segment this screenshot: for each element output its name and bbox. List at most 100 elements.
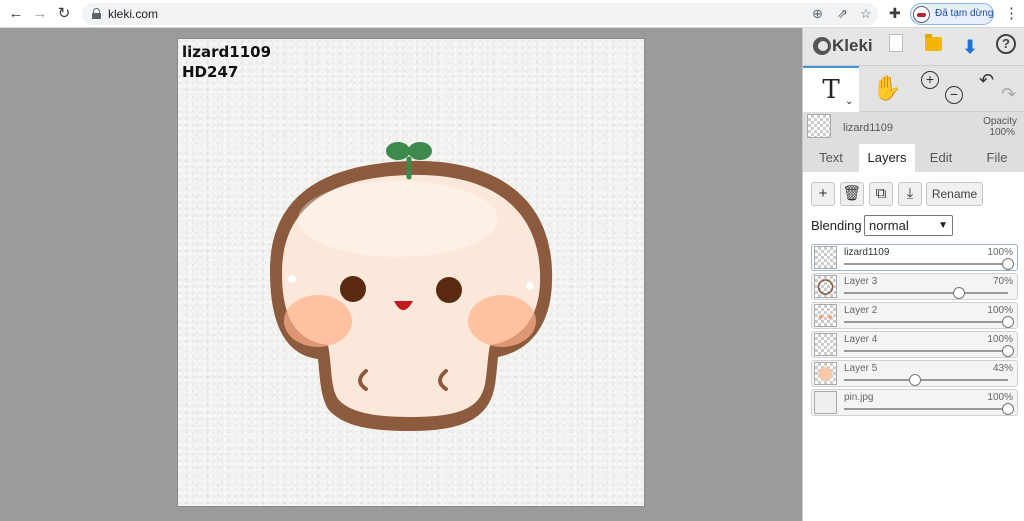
layer-item[interactable]: Layer 3 70%	[811, 273, 1018, 300]
blending-value: normal	[869, 218, 909, 233]
opacity-slider-knob[interactable]	[908, 374, 921, 386]
tool-row: T ⌄ ✋ + − ↶ ↷	[803, 66, 1024, 112]
lock-icon	[92, 8, 101, 19]
layer-thumbnail-drawing	[818, 367, 833, 381]
layer-thumbnail	[814, 362, 837, 385]
layer-item[interactable]: Layer 2 100%	[811, 302, 1018, 329]
forward-arrow-icon[interactable]: →	[30, 4, 50, 24]
hand-tool-icon[interactable]: ✋	[859, 66, 915, 112]
opacity-slider-track[interactable]	[844, 408, 1008, 410]
text-tool-button[interactable]: T ⌄	[803, 66, 859, 112]
chevron-down-icon: ▼	[938, 220, 948, 231]
layer-item[interactable]: lizard1109 100%	[811, 244, 1018, 271]
layer-thumbnail-drawing	[819, 315, 832, 319]
layer-name: Layer 4	[844, 334, 878, 345]
left-blush	[284, 295, 352, 347]
back-arrow-icon[interactable]: ←	[6, 4, 26, 24]
layer-thumbnail	[814, 275, 837, 298]
opacity-slider-track[interactable]	[844, 350, 1008, 352]
opacity-slider-knob[interactable]	[1002, 316, 1014, 328]
redo-icon[interactable]: ↷	[1001, 84, 1016, 105]
download-icon[interactable]: ⬇	[958, 35, 982, 59]
opacity-slider-track[interactable]	[844, 263, 1008, 265]
right-eye-shine	[526, 282, 534, 290]
opacity-slider-knob[interactable]	[1002, 258, 1014, 270]
layer-name: Layer 3	[844, 276, 878, 287]
layer-thumbnail	[814, 246, 837, 269]
canvas-text-line-1: lizard1109	[182, 43, 272, 61]
share-icon[interactable]: ⇗	[837, 6, 848, 22]
layers-panel: + 🗑 ⧉ ⤓ Rename Blending normal ▼ lizard1…	[803, 172, 1024, 521]
duplicate-layer-icon[interactable]: ⧉	[869, 182, 893, 206]
current-layer-name: lizard1109	[843, 122, 893, 134]
reload-icon[interactable]: ↻	[54, 4, 74, 24]
opacity-slider-track[interactable]	[844, 321, 1008, 323]
delete-layer-icon[interactable]: 🗑	[840, 182, 864, 206]
address-bar[interactable]: kleki.com ⊕ ⇗ ☆	[82, 3, 878, 25]
text-tool-icon: T	[822, 75, 840, 105]
opacity-slider-knob[interactable]	[1002, 345, 1014, 357]
drawing-canvas[interactable]: lizard1109 HD247	[178, 39, 644, 506]
layer-opacity: 43%	[992, 363, 1013, 374]
bookmark-star-icon[interactable]: ☆	[860, 6, 872, 22]
logo-text: Kleki	[832, 36, 873, 55]
layer-opacity: 70%	[992, 276, 1013, 287]
opacity-slider-knob[interactable]	[952, 287, 965, 299]
opacity-value: 100%	[989, 127, 1015, 138]
left-eye	[340, 276, 366, 302]
new-document-icon[interactable]	[889, 34, 903, 52]
opacity-slider-knob[interactable]	[1002, 403, 1014, 415]
layer-thumbnail	[814, 391, 837, 414]
layer-name: lizard1109	[844, 247, 890, 258]
kleki-logo[interactable]: Kleki	[813, 36, 873, 56]
canvas-text-line-2: HD247	[182, 63, 239, 81]
layer-item[interactable]: pin.jpg 100%	[811, 389, 1018, 416]
merge-down-icon[interactable]: ⤓	[898, 182, 922, 206]
left-eye-shine	[288, 275, 296, 283]
layer-item[interactable]: Layer 4 100%	[811, 331, 1018, 358]
tab-layers[interactable]: Layers	[859, 144, 915, 172]
canvas-artwork	[270, 142, 553, 431]
layer-item[interactable]: Layer 5 43%	[811, 360, 1018, 387]
blending-select[interactable]: normal ▼	[864, 215, 953, 236]
zoom-out-icon[interactable]: −	[945, 86, 963, 104]
undo-redo-tools: ↶ ↷	[971, 66, 1024, 112]
layer-opacity: 100%	[987, 334, 1013, 345]
opacity-slider-track[interactable]	[844, 292, 1008, 294]
url-text: kleki.com	[108, 7, 159, 21]
layer-thumbnail	[814, 333, 837, 356]
help-icon[interactable]: ?	[996, 34, 1016, 54]
zoom-tools: + −	[915, 66, 971, 112]
tab-text[interactable]: Text	[809, 144, 853, 172]
extensions-puzzle-icon[interactable]: ✚	[889, 5, 901, 22]
zoom-in-icon[interactable]: +	[921, 71, 939, 89]
layer-thumbnail-drawing	[817, 279, 834, 295]
zoom-icon[interactable]: ⊕	[812, 6, 823, 22]
rename-layer-button[interactable]: Rename	[926, 182, 983, 206]
sprout-left-leaf	[386, 142, 410, 160]
open-folder-icon[interactable]	[925, 34, 942, 51]
layer-opacity: 100%	[987, 392, 1013, 403]
layer-name: pin.jpg	[844, 392, 874, 403]
highlight	[298, 181, 498, 257]
blending-label: Blending	[811, 218, 862, 233]
profile-button[interactable]: Đã tạm dừng	[910, 3, 994, 25]
sprout-right-leaf	[408, 142, 432, 160]
layer-thumbnail	[814, 304, 837, 327]
undo-icon[interactable]: ↶	[979, 70, 994, 91]
layer-opacity: 100%	[987, 305, 1013, 316]
chevron-down-icon[interactable]: ⌄	[845, 96, 853, 107]
profile-status-label: Đã tạm dừng	[935, 8, 994, 19]
tab-edit[interactable]: Edit	[919, 144, 963, 172]
right-blush	[468, 295, 536, 347]
opacity-slider-track[interactable]	[844, 379, 1008, 381]
side-panel: Kleki ⬇ ? T ⌄ ✋ + − ↶ ↷ lizard1109 Opaci…	[802, 28, 1024, 521]
panel-tabs: Text Layers Edit File	[803, 144, 1024, 172]
layer-name: Layer 5	[844, 363, 878, 374]
kleki-logo-icon	[813, 37, 831, 55]
more-menu-icon[interactable]: ⋮	[1004, 4, 1019, 22]
tab-file[interactable]: File	[975, 144, 1019, 172]
add-layer-button[interactable]: +	[811, 182, 835, 206]
current-layer-preview: lizard1109 Opacity 100%	[803, 112, 1024, 142]
current-layer-thumbnail[interactable]	[807, 114, 831, 138]
